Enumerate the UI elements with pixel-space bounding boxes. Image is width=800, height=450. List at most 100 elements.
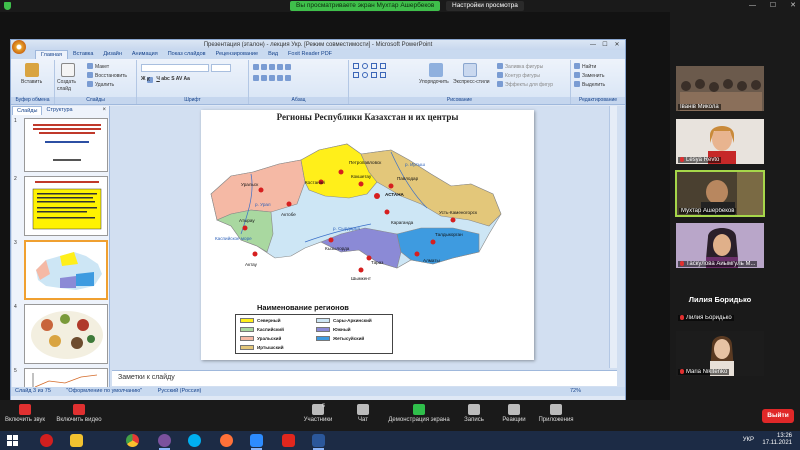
zoom-toolbar: Включить звук Включить видео Участники Ч… xyxy=(0,400,800,431)
tab-slideshow[interactable]: Показ слайдов xyxy=(163,50,211,59)
windows-start-icon[interactable] xyxy=(6,434,19,447)
tab-outline[interactable]: Структура xyxy=(42,106,76,115)
quick-styles-button[interactable]: Экспресс-стили xyxy=(453,79,490,86)
slide-notes[interactable]: Заметки к слайду xyxy=(112,370,617,386)
slides-label: Слайды xyxy=(55,97,136,104)
word-icon[interactable] xyxy=(312,434,325,450)
create-slide-button[interactable]: Создать слайд xyxy=(57,79,83,93)
panel-tabs: Слайды Структура xyxy=(12,106,109,115)
replace-button[interactable]: Заменить xyxy=(574,72,604,80)
current-slide[interactable]: Регионы Республики Казахстан и их центры xyxy=(201,110,534,360)
apps-button[interactable]: Приложения xyxy=(536,404,576,423)
ppt-minimize-button[interactable]: — xyxy=(587,40,599,50)
slide-number: 2 xyxy=(14,176,17,182)
shape-rect-icon[interactable] xyxy=(353,63,359,69)
office-button[interactable] xyxy=(12,40,26,54)
record-button[interactable]: Запись xyxy=(460,404,488,423)
security-shield-icon[interactable] xyxy=(4,2,11,10)
layout-button[interactable]: Макет xyxy=(87,63,109,71)
reactions-button[interactable]: Реакции xyxy=(498,404,530,423)
participant-tile-active-speaker[interactable]: Мухтар Ашербеков xyxy=(675,170,765,217)
shape-outline-button[interactable]: Контур фигуры xyxy=(497,72,540,80)
paste-button[interactable]: Вставить xyxy=(21,79,42,86)
quick-styles-icon[interactable] xyxy=(463,63,477,77)
select-button[interactable]: Выделить xyxy=(574,81,605,89)
list-buttons[interactable] xyxy=(253,64,293,72)
find-button[interactable]: Найти xyxy=(574,63,596,71)
paragraph-label: Абзац xyxy=(249,97,348,104)
tab-home[interactable]: Главная xyxy=(35,50,68,59)
close-button[interactable]: ✕ xyxy=(790,2,796,9)
ppt-maximize-button[interactable]: ☐ xyxy=(599,40,611,50)
kazakhstan-map: Петропавловск Костанай Кокшетау Павлодар… xyxy=(210,143,502,281)
tab-slides[interactable]: Слайды xyxy=(12,106,43,115)
chat-button[interactable]: Чат xyxy=(350,404,376,423)
share-screen-button[interactable]: Демонстрация экрана xyxy=(386,404,452,423)
arrange-icon[interactable] xyxy=(429,63,443,77)
shape-arrow-icon[interactable] xyxy=(380,63,386,69)
shape-brace-icon[interactable] xyxy=(380,72,386,78)
shape-callout-icon[interactable] xyxy=(371,72,377,78)
chrome-icon[interactable] xyxy=(126,434,139,447)
ppt-close-button[interactable]: ✕ xyxy=(611,40,623,50)
tab-animation[interactable]: Анимация xyxy=(127,50,163,59)
file-explorer-icon[interactable] xyxy=(70,434,83,447)
delete-button[interactable]: Удалить xyxy=(87,81,114,89)
paste-icon[interactable] xyxy=(25,63,39,77)
legend-swatch xyxy=(316,336,330,341)
skype-icon[interactable] xyxy=(188,434,201,447)
shape-fill-button[interactable]: Заливка фигуры xyxy=(497,63,543,71)
unmute-button[interactable]: Включить звук xyxy=(4,404,46,423)
shape-line-icon[interactable] xyxy=(371,63,377,69)
firefox-icon[interactable] xyxy=(220,434,233,447)
zoom-level[interactable]: 72% xyxy=(570,387,581,396)
shape-effects-button[interactable]: Эффекты для фигур xyxy=(497,81,553,89)
arrange-button[interactable]: Упорядочить xyxy=(419,79,449,86)
view-options-button[interactable]: Настройки просмотра xyxy=(446,1,524,11)
bold-button[interactable]: Ж К Ч abc S AV Aa xyxy=(141,76,190,83)
tab-view[interactable]: Вид xyxy=(263,50,283,59)
align-buttons[interactable] xyxy=(253,75,293,83)
font-name-box[interactable] xyxy=(141,64,209,72)
participant-tile[interactable]: Таскулова Айымгуль М... xyxy=(675,222,765,269)
language-status[interactable]: Русский (Россия) xyxy=(158,388,202,394)
system-clock[interactable]: 13:26 17.11.2021 xyxy=(762,433,792,447)
participant-tile[interactable]: Maria Nikitenko xyxy=(675,330,765,377)
shape-triangle-icon[interactable] xyxy=(353,72,359,78)
participant-tile[interactable]: Lesya Revto xyxy=(675,118,765,165)
participants-button[interactable]: Участники xyxy=(298,404,338,423)
acrobat-icon[interactable] xyxy=(282,434,295,447)
muted-mic-icon xyxy=(680,369,684,374)
start-video-button[interactable]: Включить видео xyxy=(54,404,104,423)
slide-thumbnail-1[interactable] xyxy=(24,118,108,172)
panel-close-icon[interactable]: × xyxy=(102,107,106,113)
shape-star-icon[interactable] xyxy=(362,72,368,78)
zoom-app-icon[interactable] xyxy=(250,434,263,450)
opera-icon[interactable] xyxy=(40,434,53,447)
slide-thumbnail-4[interactable] xyxy=(24,304,108,364)
slide-thumbnail-3-selected[interactable] xyxy=(24,240,108,300)
new-slide-icon[interactable] xyxy=(61,63,75,77)
font-size-box[interactable] xyxy=(211,64,231,72)
svg-text:Шымкент: Шымкент xyxy=(351,276,372,281)
viber-icon[interactable] xyxy=(158,434,171,450)
tab-review[interactable]: Рецензирование xyxy=(211,50,263,59)
slide-edit-area: Регионы Республики Казахстан и их центры xyxy=(112,106,617,368)
ppt-window-title: Презентация (эталон) - лекция Укр. [Режи… xyxy=(203,42,433,48)
leave-meeting-button[interactable]: Выйти xyxy=(762,409,794,423)
tab-foxit[interactable]: Foxit Reader PDF xyxy=(283,50,337,59)
ribbon: Вставить Буфер обмена Создать слайд Маке… xyxy=(11,59,625,105)
minimize-button[interactable]: — xyxy=(749,2,756,9)
chat-icon xyxy=(357,404,369,415)
slide-thumbnail-2[interactable] xyxy=(24,176,108,236)
reset-button[interactable]: Восстановить xyxy=(87,72,127,80)
participant-tile-no-video[interactable]: Лилия Боридько Лилия Боридько xyxy=(675,276,765,323)
input-language[interactable]: УКР xyxy=(743,437,754,443)
shape-oval-icon[interactable] xyxy=(362,63,368,69)
maximize-button[interactable]: ☐ xyxy=(770,2,776,9)
tab-design[interactable]: Дизайн xyxy=(98,50,127,59)
vertical-scrollbar[interactable] xyxy=(609,106,617,368)
participant-tile[interactable]: Іванів Микола xyxy=(675,65,765,112)
ppt-window-controls: — ☐ ✕ xyxy=(587,40,623,50)
tab-insert[interactable]: Вставка xyxy=(68,50,98,59)
